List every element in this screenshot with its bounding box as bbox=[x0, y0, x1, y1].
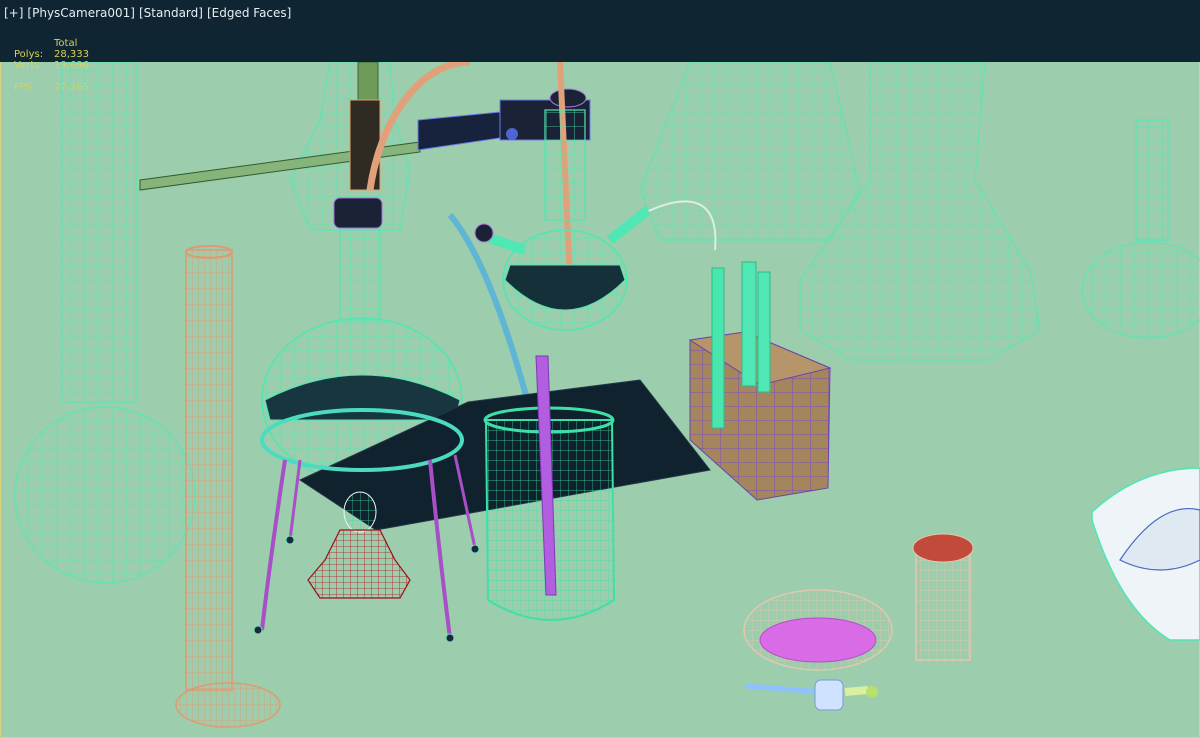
volumetric-flask-right[interactable] bbox=[1081, 119, 1200, 339]
verts-value: 19,696 bbox=[54, 60, 89, 71]
polys-value: 28,333 bbox=[54, 49, 89, 60]
stats-header: Total bbox=[54, 38, 78, 49]
viewport-camera-label[interactable]: [PhysCamera001] bbox=[27, 6, 135, 22]
fps-value: 27,265 bbox=[54, 82, 89, 93]
viewport-shading-label[interactable]: [Standard] bbox=[139, 6, 203, 22]
petri-dish[interactable] bbox=[743, 589, 893, 671]
mortar-bowl[interactable] bbox=[1091, 467, 1200, 641]
specimen-jar[interactable] bbox=[912, 533, 974, 661]
dropper[interactable] bbox=[745, 679, 878, 711]
viewport-scene[interactable] bbox=[0, 0, 1200, 738]
3d-viewport[interactable]: [+] [PhysCamera001] [Standard] [Edged Fa… bbox=[0, 0, 1200, 738]
viewport-menu-plus[interactable]: [+] bbox=[4, 6, 23, 22]
verts-label: Verts: bbox=[14, 60, 43, 71]
viewport-label-menu[interactable]: [+] [PhysCamera001] [Standard] [Edged Fa… bbox=[4, 6, 291, 22]
viewport-display-label[interactable]: [Edged Faces] bbox=[207, 6, 291, 22]
erlenmeyer-flask-large[interactable] bbox=[639, 61, 1041, 361]
polys-label: Polys: bbox=[14, 49, 44, 60]
three-neck-flask[interactable] bbox=[474, 109, 652, 331]
graduated-cylinder[interactable] bbox=[175, 245, 281, 728]
round-flask-left[interactable] bbox=[14, 61, 196, 584]
statistics-overlay: Total Polys: 28,333 Verts: 19,696 FPS: 27,2… bbox=[14, 38, 114, 93]
fps-label: FPS: bbox=[14, 82, 36, 93]
